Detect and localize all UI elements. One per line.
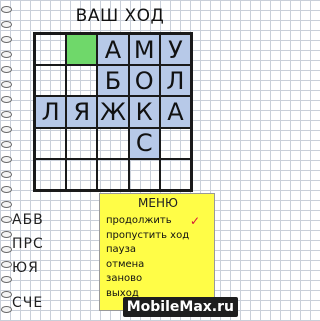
notebook-spiral [0,0,12,321]
board-cell[interactable]: А [159,96,191,128]
spiral-ring [1,51,12,58]
spiral-ring [1,141,12,148]
board-cell[interactable]: Ж [97,96,129,128]
spiral-ring [1,261,12,268]
spiral-ring [1,231,12,238]
side-letters-1: АБВ [12,212,44,228]
spiral-ring [1,126,12,133]
board-cell[interactable]: А [97,34,129,66]
menu-list: продолжить ✓ пропустить ход пауза отмена зано… [106,214,212,302]
board-cell[interactable]: У [159,34,191,66]
spiral-ring [1,66,12,73]
spiral-ring [1,156,12,163]
board-cell[interactable]: С [128,127,160,159]
spiral-ring [1,96,12,103]
board-cell[interactable]: М [128,34,160,66]
spiral-ring [1,186,12,193]
side-score-label: СЧЕ [12,295,44,311]
menu-item[interactable]: заново [106,272,212,287]
board-cell[interactable] [159,158,191,190]
game-board: АМУБОЛЛЯЖКАС [33,32,193,192]
board-cell[interactable]: Л [35,96,67,128]
checkmark-icon: ✓ [189,214,200,228]
board-cell[interactable] [159,127,191,159]
board-cell[interactable] [66,65,98,97]
pause-menu: МЕНЮ продолжить ✓ пропустить ход пауза отмен… [99,193,215,311]
board-cell[interactable] [66,158,98,190]
spiral-ring [1,246,12,253]
board-cursor-cell[interactable] [66,34,98,66]
turn-indicator: ВАШ ХОД [75,6,165,26]
spiral-ring [1,201,12,208]
spiral-ring [1,306,12,313]
side-letters-3: ЮЯ [12,260,39,276]
menu-item-label: заново [106,273,143,285]
menu-item[interactable]: продолжить ✓ [106,214,212,229]
menu-item[interactable]: пауза [106,243,212,258]
board-cell[interactable]: К [128,96,160,128]
menu-item-label: отмена [106,258,145,270]
board-cell[interactable] [97,127,129,159]
watermark-logo: MobileMax.ru [122,297,238,317]
board-cell[interactable] [35,158,67,190]
board-cell[interactable] [35,127,67,159]
spiral-ring [1,291,12,298]
menu-title: МЕНЮ [138,196,178,210]
board-cell[interactable]: Б [97,65,129,97]
menu-item[interactable]: отмена [106,258,212,273]
spiral-ring [1,171,12,178]
board-cell[interactable] [97,158,129,190]
board-cell[interactable] [128,158,160,190]
spiral-ring [1,36,12,43]
spiral-ring [1,111,12,118]
menu-item-label: пауза [106,244,137,256]
board-cell[interactable] [35,65,67,97]
board-cell[interactable] [35,34,67,66]
spiral-ring [1,216,12,223]
spiral-ring [1,276,12,283]
spiral-ring [1,81,12,88]
side-letters-2: ПРС [12,236,44,252]
board-cell[interactable] [66,127,98,159]
menu-item-label: пропустить ход [106,229,190,241]
board-cell[interactable]: Я [66,96,98,128]
menu-item-label: продолжить [106,215,172,226]
board-cell[interactable]: О [128,65,160,97]
board-cell[interactable]: Л [159,65,191,97]
menu-item[interactable]: пропустить ход [106,229,212,244]
